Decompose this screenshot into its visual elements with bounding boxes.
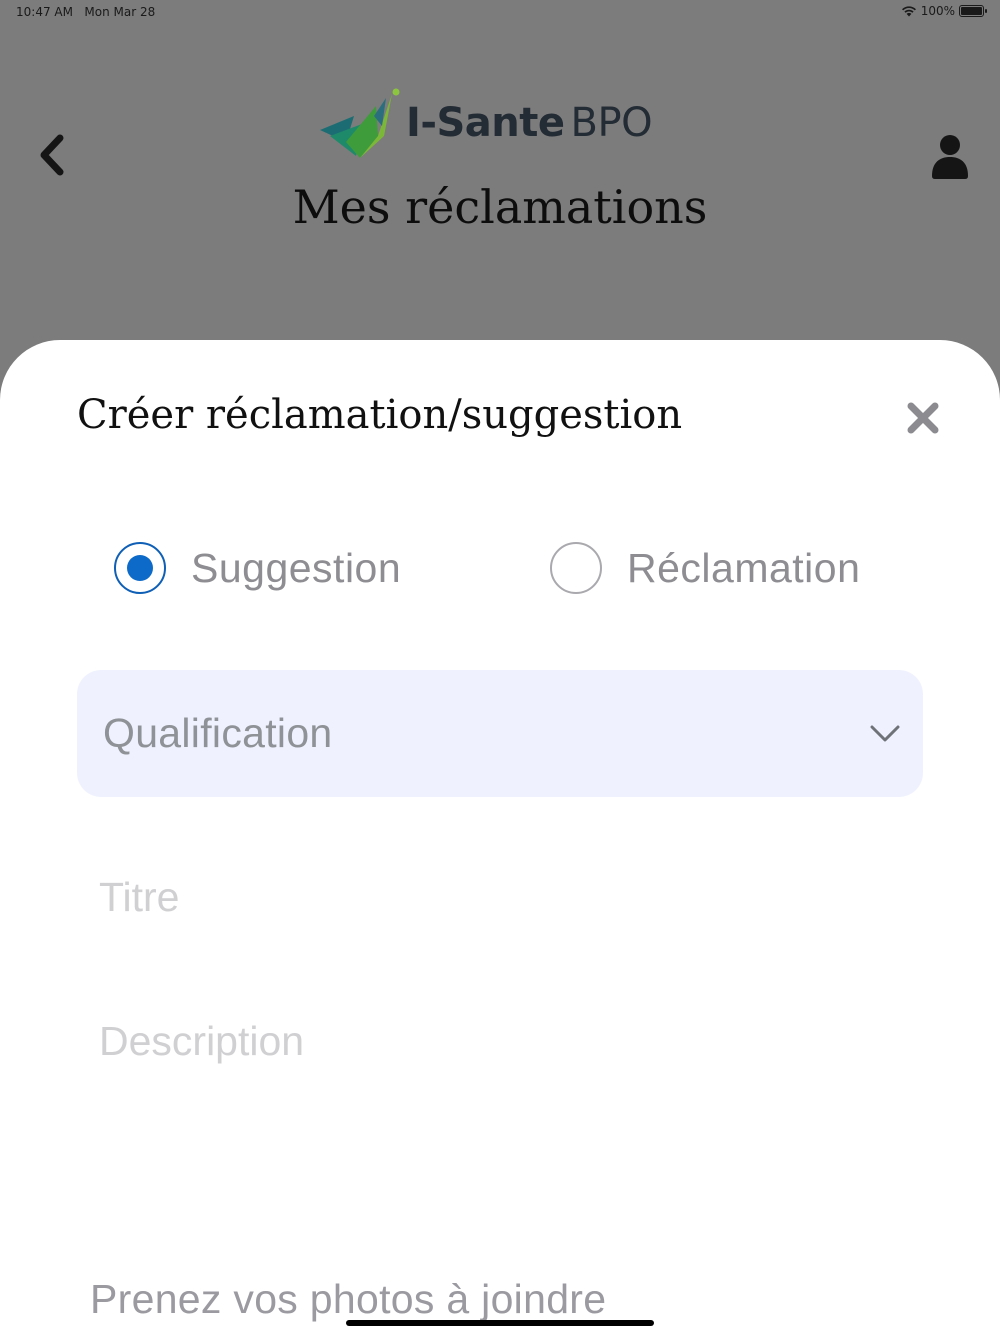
back-button[interactable] <box>30 130 74 180</box>
profile-button[interactable] <box>930 132 970 180</box>
qualification-select[interactable]: Qualification <box>77 670 923 797</box>
battery-icon <box>959 5 987 17</box>
close-button[interactable] <box>902 397 944 439</box>
close-icon <box>907 402 939 434</box>
radio-reclamation[interactable]: Réclamation <box>550 540 860 596</box>
logo-suffix: BPO <box>570 100 653 146</box>
radio-label-suggestion: Suggestion <box>191 544 402 591</box>
radio-label-reclamation: Réclamation <box>627 544 861 591</box>
attach-photos-label[interactable]: Prenez vos photos à joindre <box>90 1276 606 1323</box>
user-icon <box>932 135 968 179</box>
sheet-title: Créer réclamation/suggestion <box>77 392 683 438</box>
chevron-left-icon <box>40 134 64 176</box>
create-claim-sheet: Créer réclamation/suggestion Suggestion … <box>0 340 1000 1334</box>
logo: I-Sante BPO <box>316 86 696 166</box>
logo-text: I-Sante BPO <box>406 100 653 146</box>
status-indicators: 100% <box>901 4 987 18</box>
status-bar: 10:47 AM Mon Mar 28 100% <box>0 0 1000 26</box>
description-input[interactable] <box>77 996 923 1086</box>
chevron-down-icon <box>870 725 900 742</box>
radio-button-checked[interactable] <box>114 542 166 594</box>
radio-suggestion[interactable]: Suggestion <box>114 540 401 596</box>
radio-button-unchecked[interactable] <box>550 542 602 594</box>
status-time: 10:47 AM Mon Mar 28 <box>16 5 156 19</box>
logo-brand: I-Sante <box>406 100 565 146</box>
battery-level <box>961 7 982 15</box>
battery-percentage: 100% <box>920 4 955 18</box>
qualification-label: Qualification <box>103 710 333 756</box>
status-date: Mon Mar 28 <box>84 5 156 19</box>
radio-dot <box>127 555 153 581</box>
wifi-icon <box>901 6 916 17</box>
logo-leaf-icon <box>320 88 400 158</box>
page-title: Mes réclamations <box>292 180 708 234</box>
title-input[interactable] <box>77 852 923 942</box>
home-indicator[interactable] <box>346 1320 654 1326</box>
